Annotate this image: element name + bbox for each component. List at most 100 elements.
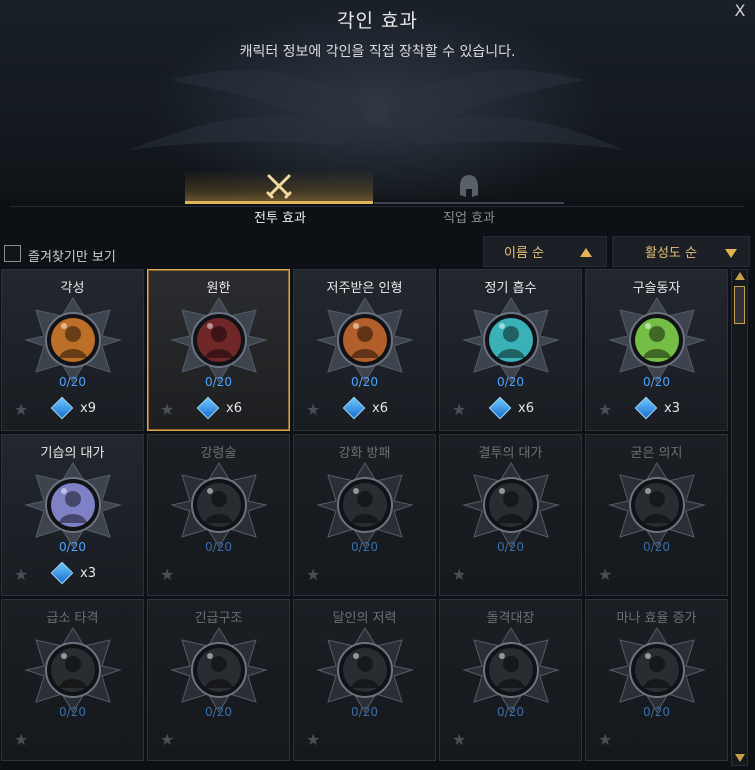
favorite-star-icon[interactable]: ★ bbox=[598, 730, 612, 749]
favorites-label[interactable]: 즐겨찾기만 보기 bbox=[28, 246, 116, 265]
engraving-count: 0/20 bbox=[351, 705, 378, 719]
multiplier-text: x3 bbox=[80, 565, 96, 581]
engraving-count: 0/20 bbox=[351, 375, 378, 389]
favorite-star-icon[interactable]: ★ bbox=[14, 400, 28, 419]
engraving-card[interactable]: 기습의 대가 0/20 ★ x3 bbox=[1, 434, 144, 596]
engraving-count: 0/20 bbox=[497, 705, 524, 719]
engraving-emblem-icon bbox=[316, 627, 414, 713]
scrollbar[interactable] bbox=[731, 269, 748, 766]
engraving-name: 마나 효율 증가 bbox=[616, 611, 697, 626]
engraving-book-icon bbox=[634, 396, 658, 420]
engraving-emblem-icon bbox=[316, 297, 414, 383]
engraving-card[interactable]: 결투의 대가 0/20 ★ bbox=[439, 434, 582, 596]
engraving-emblem-icon bbox=[24, 297, 122, 383]
sort-descending-icon bbox=[725, 249, 737, 258]
favorite-star-icon[interactable]: ★ bbox=[306, 730, 320, 749]
multiplier-text: x9 bbox=[80, 400, 96, 416]
engraving-count: 0/20 bbox=[59, 540, 86, 554]
tab-combat-effects[interactable] bbox=[185, 170, 373, 204]
favorite-star-icon[interactable]: ★ bbox=[160, 730, 174, 749]
engraving-card[interactable]: 달인의 저력 0/20 ★ bbox=[293, 599, 436, 761]
engraving-card[interactable]: 원한 0/20 ★ x6 bbox=[147, 269, 290, 431]
engraving-card[interactable]: 각성 0/20 ★ x9 bbox=[1, 269, 144, 431]
sort-by-activation-label: 활성도 순 bbox=[645, 246, 697, 261]
engraving-card[interactable]: 강령술 0/20 ★ bbox=[147, 434, 290, 596]
favorite-star-icon[interactable]: ★ bbox=[14, 730, 28, 749]
engraving-card[interactable]: 긴급구조 0/20 ★ bbox=[147, 599, 290, 761]
close-button[interactable]: X bbox=[731, 2, 749, 20]
engraving-count: 0/20 bbox=[643, 375, 670, 389]
scroll-thumb[interactable] bbox=[734, 286, 745, 324]
engraving-card[interactable]: 급소 타격 0/20 ★ bbox=[1, 599, 144, 761]
engraving-emblem-icon bbox=[462, 627, 560, 713]
favorite-star-icon[interactable]: ★ bbox=[306, 565, 320, 584]
engraving-name: 급소 타격 bbox=[46, 611, 99, 626]
engraving-count: 0/20 bbox=[205, 540, 232, 554]
engraving-emblem-icon bbox=[24, 462, 122, 548]
engraving-name: 저주받은 인형 bbox=[326, 281, 403, 296]
sort-ascending-icon bbox=[580, 248, 592, 257]
book-multiplier: x6 bbox=[488, 396, 534, 420]
favorite-star-icon[interactable]: ★ bbox=[452, 565, 466, 584]
sort-by-name-button[interactable]: 이름 순 bbox=[483, 236, 607, 267]
favorite-star-icon[interactable]: ★ bbox=[14, 565, 28, 584]
crossed-swords-icon bbox=[266, 174, 292, 198]
sort-by-activation-button[interactable]: 활성도 순 bbox=[612, 236, 750, 267]
engraving-count: 0/20 bbox=[497, 375, 524, 389]
wing-ornament-right bbox=[385, 70, 625, 150]
engraving-book-icon bbox=[196, 396, 220, 420]
engraving-emblem-icon bbox=[316, 462, 414, 548]
book-multiplier: x3 bbox=[634, 396, 680, 420]
multiplier-text: x3 bbox=[664, 400, 680, 416]
engraving-book-icon bbox=[488, 396, 512, 420]
engraving-name: 긴급구조 bbox=[194, 611, 243, 626]
book-multiplier: x6 bbox=[342, 396, 388, 420]
favorites-checkbox[interactable] bbox=[4, 245, 21, 262]
engraving-emblem-icon bbox=[608, 297, 706, 383]
multiplier-text: x6 bbox=[372, 400, 388, 416]
engraving-book-icon bbox=[342, 396, 366, 420]
engraving-grid: 각성 0/20 ★ x9 원한 0/20 ★ x6 저주받은 인형 0/20 ★ x6 정기 흡수 0/2… bbox=[1, 269, 729, 770]
engraving-name: 달인의 저력 bbox=[332, 611, 397, 626]
tab-class-label[interactable]: 직업 효과 bbox=[374, 207, 564, 226]
engraving-card[interactable]: 마나 효율 증가 0/20 ★ bbox=[585, 599, 728, 761]
engraving-count: 0/20 bbox=[59, 375, 86, 389]
engraving-count: 0/20 bbox=[643, 705, 670, 719]
toolbar: 즐겨찾기만 보기 이름 순 활성도 순 bbox=[0, 236, 755, 268]
engraving-count: 0/20 bbox=[351, 540, 378, 554]
engraving-name: 강화 방패 bbox=[338, 446, 391, 461]
engraving-count: 0/20 bbox=[643, 540, 670, 554]
tab-class-effects[interactable] bbox=[374, 170, 564, 204]
favorite-star-icon[interactable]: ★ bbox=[452, 730, 466, 749]
window-title: 각인 효과 bbox=[337, 10, 418, 32]
engraving-count: 0/20 bbox=[205, 705, 232, 719]
tab-combat-label[interactable]: 전투 효과 bbox=[185, 207, 375, 226]
engraving-emblem-icon bbox=[170, 627, 268, 713]
scroll-down-icon[interactable] bbox=[735, 754, 745, 762]
engraving-name: 정기 흡수 bbox=[484, 281, 537, 296]
engraving-card[interactable]: 구슬동자 0/20 ★ x3 bbox=[585, 269, 728, 431]
engraving-card[interactable]: 돌격대장 0/20 ★ bbox=[439, 599, 582, 761]
favorite-star-icon[interactable]: ★ bbox=[160, 400, 174, 419]
multiplier-text: x6 bbox=[518, 400, 534, 416]
engraving-count: 0/20 bbox=[205, 375, 232, 389]
engraving-name: 구슬동자 bbox=[632, 281, 681, 296]
window-subtitle: 캐릭터 정보에 각인을 직접 장착할 수 있습니다. bbox=[239, 44, 516, 60]
engraving-card[interactable]: 강화 방패 0/20 ★ bbox=[293, 434, 436, 596]
favorite-star-icon[interactable]: ★ bbox=[598, 400, 612, 419]
engraving-emblem-icon bbox=[608, 462, 706, 548]
favorite-star-icon[interactable]: ★ bbox=[160, 565, 174, 584]
favorite-star-icon[interactable]: ★ bbox=[452, 400, 466, 419]
engraving-count: 0/20 bbox=[59, 705, 86, 719]
favorite-star-icon[interactable]: ★ bbox=[598, 565, 612, 584]
engraving-name: 굳은 의지 bbox=[630, 446, 683, 461]
engraving-card[interactable]: 정기 흡수 0/20 ★ x6 bbox=[439, 269, 582, 431]
engraving-name: 돌격대장 bbox=[486, 611, 535, 626]
book-multiplier: x3 bbox=[50, 561, 96, 585]
engraving-card[interactable]: 굳은 의지 0/20 ★ bbox=[585, 434, 728, 596]
scroll-up-icon[interactable] bbox=[735, 272, 745, 280]
favorite-star-icon[interactable]: ★ bbox=[306, 400, 320, 419]
engraving-emblem-icon bbox=[462, 462, 560, 548]
engraving-card[interactable]: 저주받은 인형 0/20 ★ x6 bbox=[293, 269, 436, 431]
engraving-emblem-icon bbox=[24, 627, 122, 713]
